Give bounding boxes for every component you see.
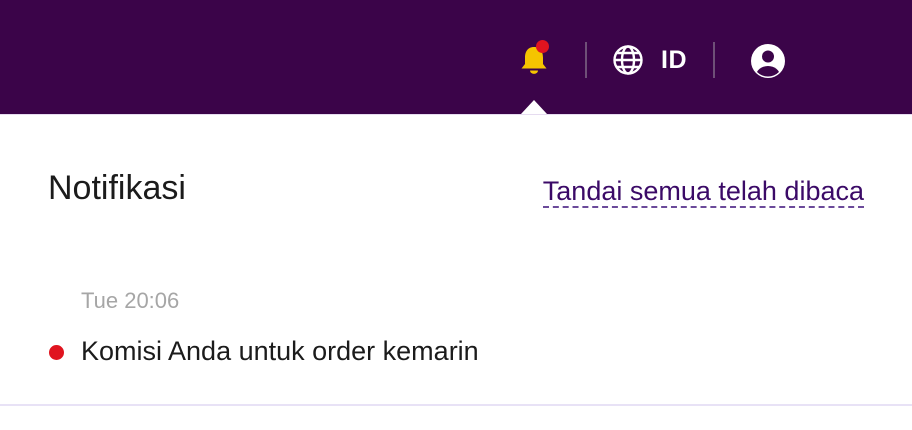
notification-time: Tue 20:06 (81, 288, 180, 313)
divider (713, 42, 715, 78)
notification-list: Tue 20:06 Komisi Anda untuk order kemari… (0, 266, 912, 404)
divider (585, 42, 587, 78)
notification-text: Komisi Anda untuk order kemarin (81, 336, 479, 366)
language-switcher[interactable]: ID (612, 44, 687, 76)
unread-dot (49, 345, 64, 360)
account-button[interactable] (750, 43, 786, 79)
notification-dropdown: Notifikasi Tandai semua telah dibaca Tue… (0, 114, 912, 430)
language-label: ID (661, 45, 687, 74)
user-circle-icon (751, 44, 785, 78)
mark-all-read-link[interactable]: Tandai semua telah dibaca (542, 176, 864, 208)
unread-indicator-dot (536, 40, 549, 53)
notification-bell-button[interactable] (516, 40, 552, 78)
list-divider (0, 404, 912, 406)
dropdown-pointer (521, 100, 547, 114)
top-navbar: ID (0, 0, 912, 114)
notification-title: Notifikasi (48, 169, 186, 207)
globe-icon (613, 45, 643, 75)
